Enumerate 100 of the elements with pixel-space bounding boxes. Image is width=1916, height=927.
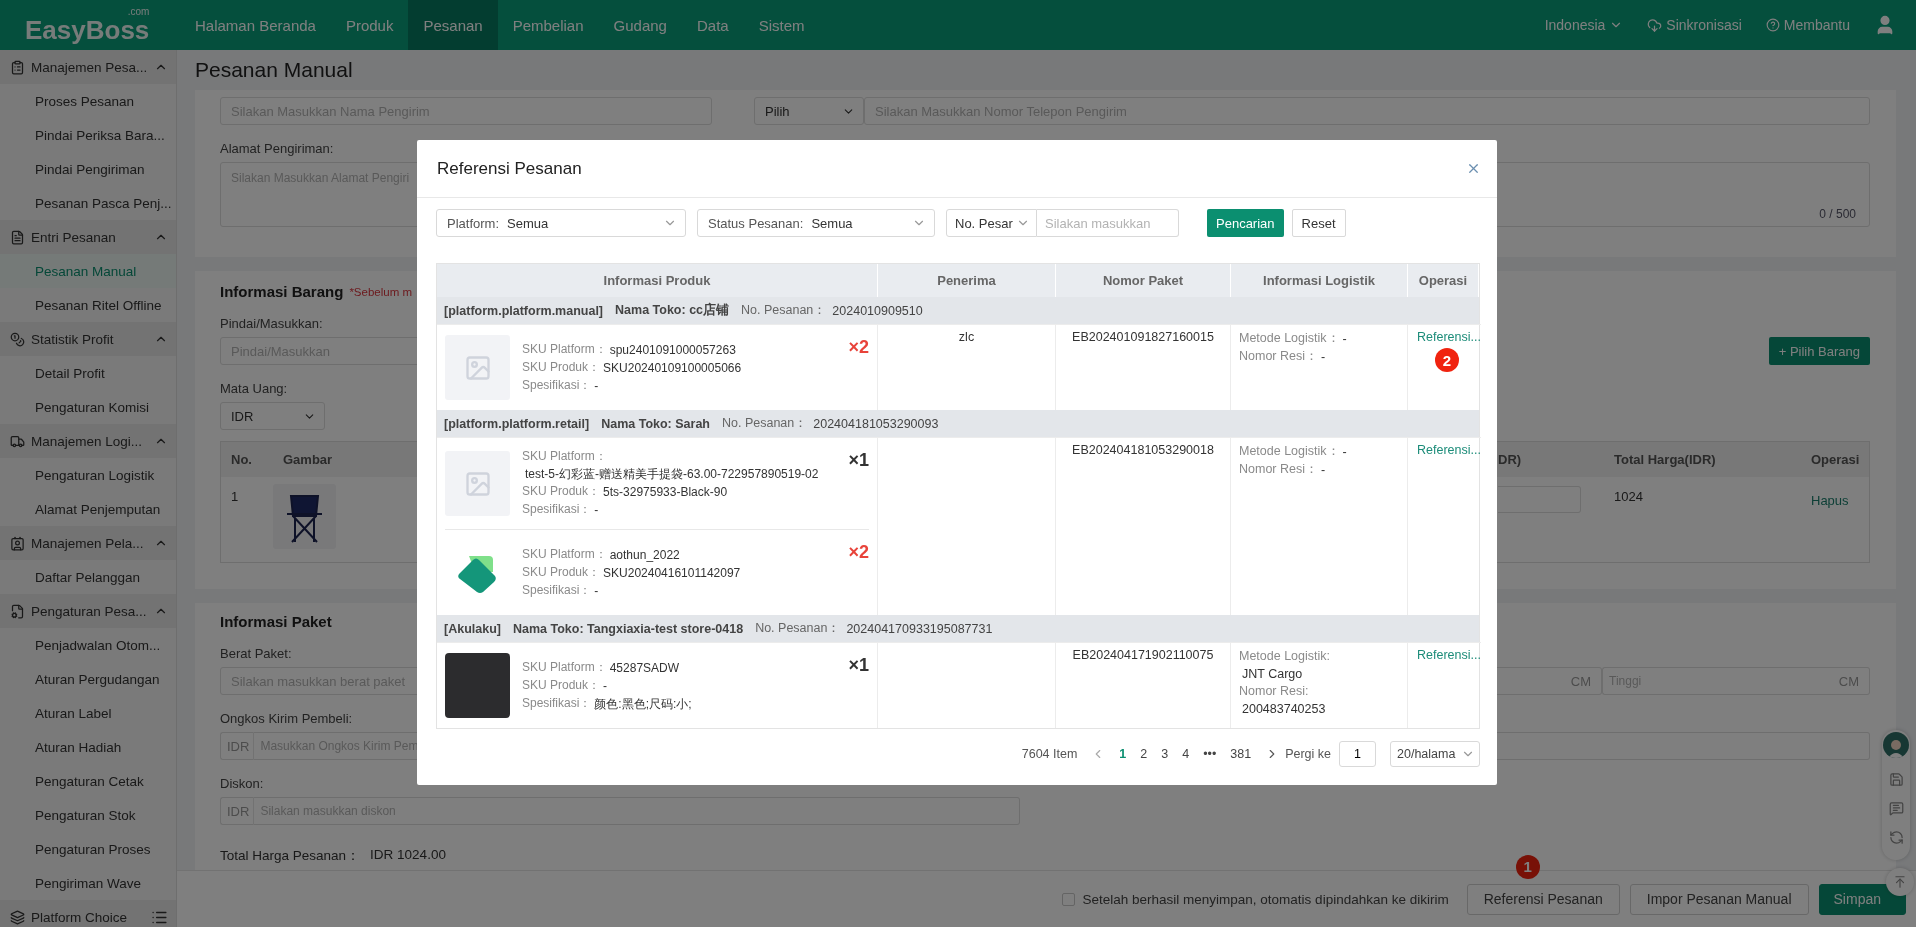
order-number-label: No. Pesanan：	[722, 415, 808, 432]
arrow-up-icon	[1893, 875, 1907, 889]
search-type-select[interactable]: No. Pesar	[946, 209, 1037, 237]
sidebar-item[interactable]: Pengaturan Komisi	[0, 390, 176, 424]
column-header: Total Harga(IDR)	[1613, 452, 1716, 467]
table-cell-text: 1024	[1613, 488, 1644, 504]
sidebar-item[interactable]: Aturan Pergudangan	[0, 662, 176, 696]
refresh-icon[interactable]	[1888, 830, 1904, 845]
detail-label: Metode Logistik：	[1239, 443, 1340, 460]
add-item-button[interactable]: + Pilih Barang	[1768, 337, 1870, 365]
detail-value: -	[594, 502, 599, 519]
sidebar-item[interactable]: Aturan Label	[0, 696, 176, 730]
sidebar-group[interactable]: Manajemen Pela...	[0, 526, 176, 560]
detail-value: -	[594, 377, 599, 395]
menu-group-icon	[10, 535, 25, 551]
phone-code-select[interactable]: Pilih	[754, 97, 864, 125]
order-number: 202404170933195087731	[846, 621, 993, 636]
total-value: IDR 1024.00	[370, 847, 446, 864]
detail-label: SKU Platform：	[522, 658, 607, 676]
nav-tab[interactable]: Pesanan	[408, 0, 498, 50]
sidebar-group[interactable]: Pengaturan Pesa...	[0, 594, 176, 628]
column-header: Penerima	[878, 264, 1056, 297]
nav-tab[interactable]: Data	[681, 0, 744, 50]
page-size-select[interactable]: 20/halama	[1390, 741, 1480, 767]
footer-button[interactable]: Impor Pesanan Manual	[1629, 883, 1809, 915]
sidebar-item[interactable]: Daftar Pelanggan	[0, 560, 176, 594]
platform-name: [Akulaku]	[444, 621, 501, 636]
field-label: Diskon:	[220, 776, 264, 791]
order-number-label: No. Pesanan：	[741, 302, 827, 319]
reference-link[interactable]: Referensi...	[1417, 443, 1481, 457]
search-field[interactable]: Silakan masukkan	[1037, 209, 1179, 237]
quantity: ×1	[848, 450, 869, 471]
sidebar-item[interactable]: Pengiriman Wave	[0, 866, 176, 900]
nav-tab[interactable]: Halaman Beranda	[180, 0, 331, 50]
sidebar-item[interactable]: Detail Profit	[0, 356, 176, 390]
sidebar-group[interactable]: Entri Pesanan	[0, 220, 176, 254]
sidebar-item[interactable]: Pindai Periksa Bara...	[0, 118, 176, 152]
modal-title: Referensi Pesanan	[437, 158, 582, 179]
sync-link[interactable]: Sinkronisasi	[1647, 17, 1742, 33]
nav-tab[interactable]: Sistem	[743, 0, 820, 50]
sidebar-item[interactable]: Pindai Pengiriman	[0, 152, 176, 186]
detail-label: SKU Platform：	[522, 340, 607, 358]
sidebar-item[interactable]: Proses Pesanan	[0, 84, 176, 118]
currency-select[interactable]: IDR	[220, 402, 325, 430]
detail-value: 45287SADW	[609, 659, 680, 677]
reference-link[interactable]: Referensi...	[1417, 330, 1481, 344]
goto-page-field[interactable]: 1	[1339, 741, 1376, 767]
sidebar-item[interactable]: Pesanan Ritel Offline	[0, 288, 176, 322]
sidebar-item[interactable]: Pengaturan Proses	[0, 832, 176, 866]
field-label: Ongkos Kirim Pembeli:	[220, 711, 353, 726]
page-number[interactable]: 381	[1230, 747, 1252, 761]
nav-tab[interactable]: Gudang	[598, 0, 682, 50]
language-menu[interactable]: Indonesia	[1544, 17, 1624, 33]
detail-value: 颜色:黑色;尺码:小;	[594, 695, 692, 713]
filter-select[interactable]: Platform: Semua	[436, 209, 686, 237]
image-icon	[463, 353, 492, 382]
page-number[interactable]: 1	[1119, 747, 1127, 761]
page-number[interactable]: 3	[1161, 747, 1169, 761]
save-button[interactable]: Simpan	[1818, 883, 1906, 915]
save-icon[interactable]	[1888, 772, 1904, 787]
checkbox[interactable]	[1061, 892, 1075, 906]
detail-label: SKU Produk：	[522, 358, 601, 376]
detail-label: Spesifikasi：	[522, 581, 592, 599]
page-number[interactable]: 4	[1182, 747, 1190, 761]
detail-label: SKU Produk：	[522, 563, 601, 581]
sidebar-item[interactable]: Pengaturan Stok	[0, 798, 176, 832]
order-number: 2024010909510	[832, 303, 923, 318]
sidebar-group[interactable]: Manajemen Logi...	[0, 424, 176, 458]
delete-link[interactable]: Hapus	[1801, 477, 1869, 508]
page-number[interactable]: 2	[1140, 747, 1148, 761]
sidebar-group[interactable]: Manajemen Pesa...	[0, 50, 176, 84]
search-button[interactable]: Pencarian	[1207, 209, 1284, 237]
price-field[interactable]	[1498, 486, 1581, 513]
page-number[interactable]: •••	[1203, 747, 1217, 761]
sidebar-item[interactable]: Penjadwalan Otom...	[0, 628, 176, 662]
menu-group-icon	[10, 59, 25, 75]
cloud-icon	[1647, 17, 1663, 33]
close-button[interactable]	[1466, 161, 1481, 176]
help-link[interactable]: Membantu	[1765, 17, 1850, 33]
sidebar-item[interactable]: Pesanan Manual	[0, 254, 176, 288]
reference-link[interactable]: Referensi...	[1417, 648, 1481, 662]
detail-label: SKU Produk：	[522, 676, 601, 694]
message-icon[interactable]	[1888, 801, 1904, 816]
sidebar-item[interactable]: Pengaturan Cetak	[0, 764, 176, 798]
detail-label: Metode Logistik：	[1239, 330, 1340, 347]
sidebar-item[interactable]: Aturan Hadiah	[0, 730, 176, 764]
sidebar-item[interactable]: Alamat Penjemputan	[0, 492, 176, 526]
store-name: Nama Toko: Sarah	[601, 416, 710, 431]
avatar[interactable]	[1883, 732, 1909, 758]
detail-value: 200483740253	[1242, 701, 1326, 718]
sidebar-group[interactable]: Statistik Profit	[0, 322, 176, 356]
column-header: Informasi Logistik	[1231, 264, 1408, 297]
detail-value: 5ts-32975933-Black-90	[603, 484, 728, 501]
sidebar-item[interactable]: Pengaturan Logistik	[0, 458, 176, 492]
sidebar-item[interactable]: Pesanan Pasca Penj...	[0, 186, 176, 220]
menu-group-icon	[10, 603, 25, 619]
filter-select[interactable]: Status Pesanan: Semua	[697, 209, 935, 237]
reset-button[interactable]: Reset	[1291, 209, 1346, 237]
sidebar-group[interactable]: Platform Choice	[0, 900, 176, 927]
detail-label: SKU Platform：	[522, 545, 607, 563]
